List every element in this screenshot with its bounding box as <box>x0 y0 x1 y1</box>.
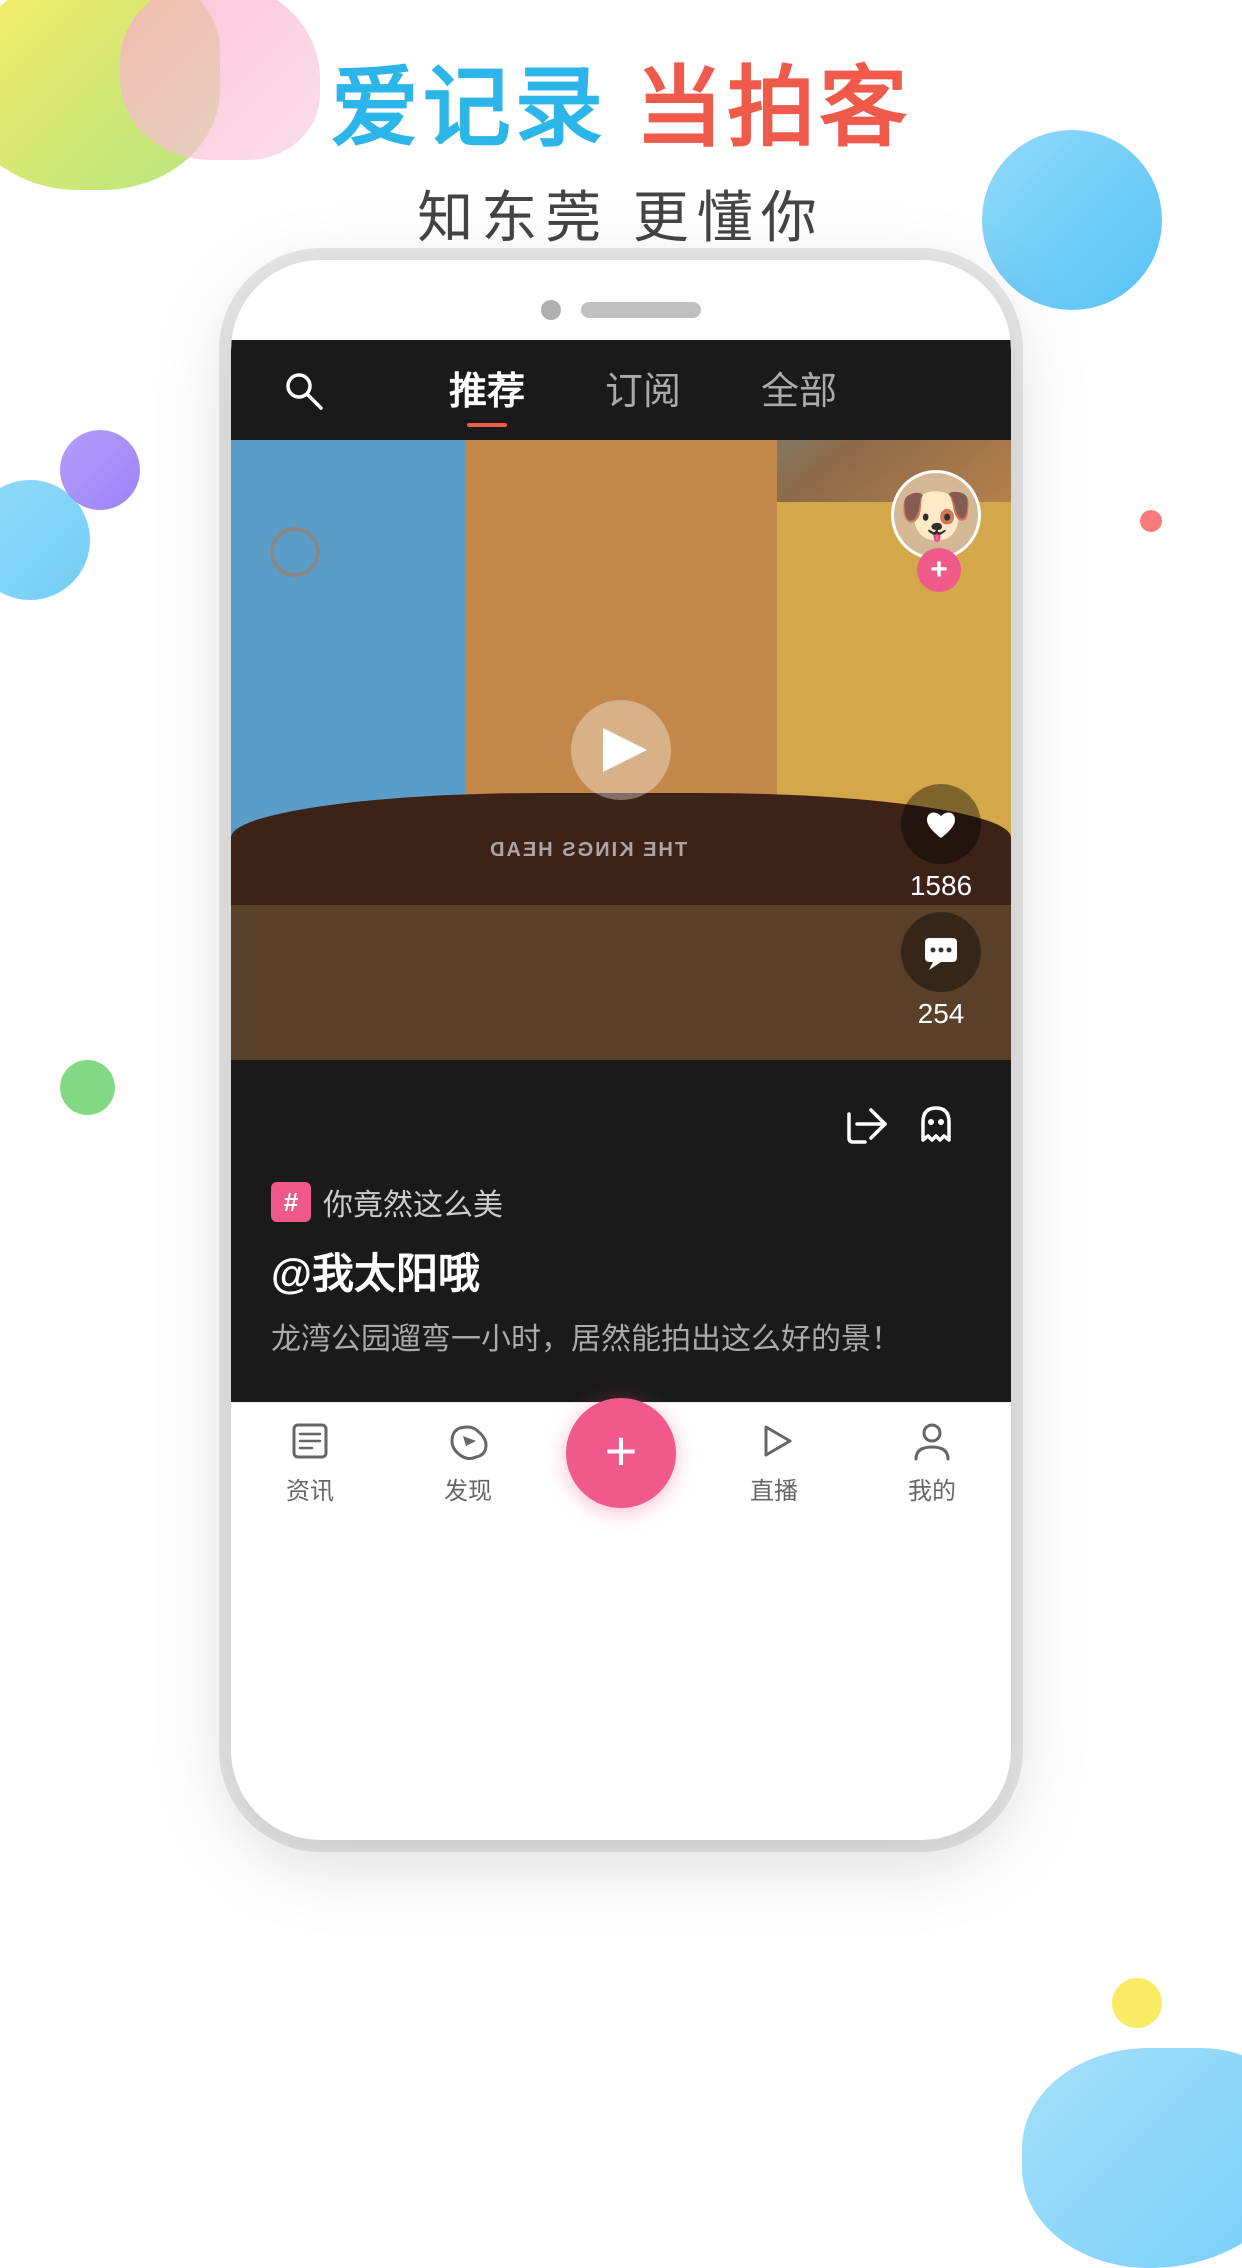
phone-speaker <box>581 302 701 318</box>
username[interactable]: @我太阳哦 <box>271 1240 971 1301</box>
nav-item-discover[interactable]: 发现 <box>408 1419 528 1506</box>
avatar[interactable]: 🐶 <box>891 470 981 560</box>
clock <box>270 527 320 577</box>
follow-button[interactable]: + <box>917 548 961 592</box>
nav-label-discover: 发现 <box>444 1471 492 1506</box>
like-icon-bg <box>901 784 981 864</box>
hashtag-badge: # <box>271 1182 311 1222</box>
header-sub-text: 知东莞 更懂你 <box>0 173 1242 254</box>
ghost-button[interactable] <box>901 1090 971 1160</box>
blob-red-right <box>1140 510 1162 532</box>
nav-tab-recommended[interactable]: 推荐 <box>449 360 525 421</box>
plus-icon: + <box>605 1423 638 1479</box>
nav-tabs: 推荐 订阅 全部 <box>325 360 961 421</box>
play-button[interactable] <box>571 700 671 800</box>
hashtag-row: # 你竟然这么美 <box>271 1180 971 1224</box>
nav-item-news[interactable]: 资讯 <box>250 1419 370 1506</box>
live-icon <box>752 1419 796 1463</box>
content-top-actions <box>271 1090 971 1160</box>
discover-icon <box>446 1419 490 1463</box>
blob-yellow-right <box>1112 1978 1162 2028</box>
header-section: 爱记录 当拍客 知东莞 更懂你 <box>0 60 1242 254</box>
blob-blue-bottom-right <box>1022 2048 1242 2268</box>
video-area[interactable]: THE KINGS HEAD 🐶 + <box>231 440 1011 1060</box>
nav-item-profile[interactable]: 我的 <box>872 1419 992 1506</box>
hashtag-text[interactable]: 你竟然这么美 <box>323 1180 503 1224</box>
nav-tab-subscribed[interactable]: 订阅 <box>605 360 681 421</box>
search-icon[interactable] <box>281 368 325 412</box>
description-text: 龙湾公园遛弯一小时，居然能拍出这么好的景！ <box>271 1317 971 1362</box>
nav-label-news: 资讯 <box>286 1471 334 1506</box>
bottom-nav: 资讯 发现 + 直播 <box>231 1402 1011 1542</box>
share-button[interactable] <box>831 1090 901 1160</box>
nav-center-post-button[interactable]: + <box>566 1398 676 1508</box>
content-section: # 你竟然这么美 @我太阳哦 龙湾公园遛弯一小时，居然能拍出这么好的景！ <box>231 1060 1011 1402</box>
news-icon <box>288 1419 332 1463</box>
blob-green-left <box>60 1060 115 1115</box>
header-main-text: 爱记录 当拍客 <box>0 60 1242 157</box>
header-blue-text: 爱记录 <box>331 58 607 157</box>
comment-icon-bg <box>901 912 981 992</box>
comment-button[interactable]: 254 <box>901 912 981 1030</box>
profile-icon <box>910 1419 954 1463</box>
comment-count: 254 <box>918 998 965 1030</box>
like-button[interactable]: 1586 <box>901 784 981 902</box>
nav-label-profile: 我的 <box>908 1471 956 1506</box>
play-triangle-icon <box>603 728 647 772</box>
phone-camera <box>541 300 561 320</box>
nav-label-live: 直播 <box>750 1471 798 1506</box>
blob-purple-left <box>60 430 140 510</box>
nav-item-live[interactable]: 直播 <box>714 1419 834 1506</box>
building-sign: THE KINGS HEAD <box>488 839 687 862</box>
phone-mockup: 推荐 订阅 全部 THE KINGS HEAD <box>231 260 1011 1840</box>
blob-blue-left <box>0 480 90 600</box>
avatar-icon: 🐶 <box>899 480 974 551</box>
like-count: 1586 <box>910 870 972 902</box>
app-nav-bar: 推荐 订阅 全部 <box>231 340 1011 440</box>
video-actions: 1586 254 <box>901 784 981 1030</box>
nav-tab-all[interactable]: 全部 <box>761 360 837 421</box>
header-red-text: 当拍客 <box>635 58 911 157</box>
phone-top-bar <box>231 260 1011 340</box>
phone-inner: 推荐 订阅 全部 THE KINGS HEAD <box>231 260 1011 1840</box>
